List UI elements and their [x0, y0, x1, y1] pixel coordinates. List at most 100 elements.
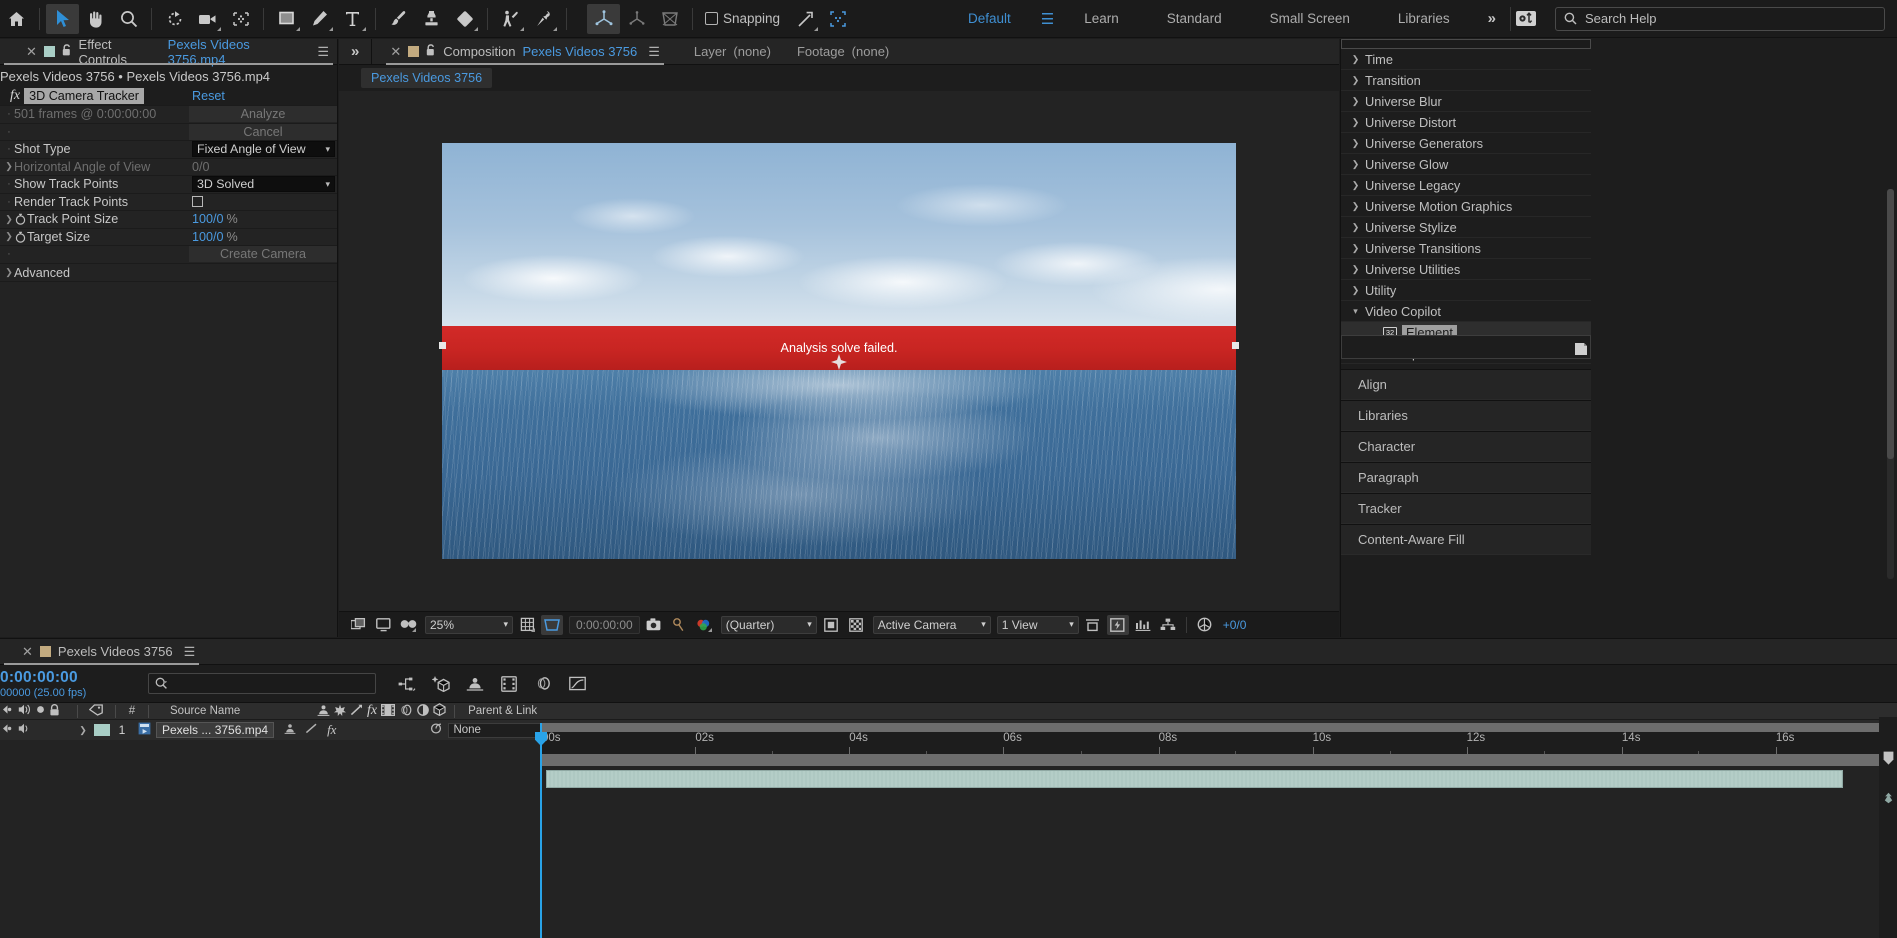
3d-glasses-icon[interactable]	[397, 615, 419, 635]
parent-pickwhip-icon[interactable]	[429, 722, 443, 738]
column-number-header[interactable]: #	[121, 705, 143, 717]
3d-layer-switch-icon[interactable]	[433, 703, 446, 719]
layer-bar-end-icon[interactable]	[1879, 787, 1897, 809]
close-icon[interactable]: ✕	[22, 644, 33, 660]
solo-toggle-icon[interactable]	[35, 704, 46, 718]
close-icon[interactable]: ✕	[26, 44, 37, 60]
chevron-right-icon[interactable]: ❯	[1351, 243, 1360, 254]
chevron-right-icon[interactable]: ❯	[1351, 96, 1360, 107]
advanced-row[interactable]: ❯ Advanced	[0, 265, 337, 282]
panel-align[interactable]: Align	[1341, 369, 1591, 400]
comp-mini-flowchart-icon[interactable]	[390, 671, 424, 697]
cancel-button[interactable]: Cancel	[189, 123, 337, 140]
take-snapshot-icon[interactable]	[643, 615, 665, 635]
render-track-points-row[interactable]: · Render Track Points	[0, 194, 337, 211]
workspace-menu-icon[interactable]: ☰	[1035, 10, 1060, 28]
timeline-track-area[interactable]	[0, 789, 1879, 938]
fx-category-utility[interactable]: ❯ Utility	[1341, 280, 1591, 301]
fx-category-video-copilot[interactable]: ▾ Video Copilot	[1341, 301, 1591, 322]
home-icon[interactable]	[0, 4, 33, 34]
comp-flowchart-icon[interactable]	[1157, 615, 1179, 635]
pixel-aspect-correction-icon[interactable]	[1082, 615, 1104, 635]
zoom-level-dropdown[interactable]: 25% ▾	[425, 615, 513, 634]
region-of-interest-toggle-icon[interactable]	[820, 615, 842, 635]
panel-paragraph[interactable]: Paragraph	[1341, 462, 1591, 493]
shot-type-row[interactable]: · Shot Type Fixed Angle of View ▾	[0, 141, 337, 159]
create-camera-button[interactable]: Create Camera	[189, 246, 337, 263]
chevron-right-icon[interactable]: ❯	[1351, 285, 1360, 296]
zoom-tool-icon[interactable]	[112, 4, 145, 34]
reset-exposure-icon[interactable]	[1194, 615, 1216, 635]
chevron-right-icon[interactable]: ❯	[1351, 159, 1360, 170]
workspace-default[interactable]: Default	[944, 0, 1035, 38]
fx-category-universe-legacy[interactable]: ❯ Universe Legacy	[1341, 175, 1591, 196]
timeline-icon[interactable]	[1132, 615, 1154, 635]
layer-video-toggle[interactable]	[2, 723, 15, 737]
fast-previews-icon[interactable]	[1106, 614, 1129, 635]
tab-effect-controls[interactable]: ✕ Effect Controls Pexels Videos 3756.mp4…	[0, 39, 337, 67]
chevron-right-icon[interactable]: ❯	[4, 161, 14, 172]
composition-canvas[interactable]: Analysis solve failed.	[439, 142, 1239, 560]
brush-tool-icon[interactable]	[382, 4, 415, 34]
parent-dropdown[interactable]: None	[448, 722, 544, 738]
target-size-value[interactable]: 100/0	[192, 230, 224, 244]
workspace-standard[interactable]: Standard	[1143, 0, 1246, 38]
chevron-right-icon[interactable]: ❯	[1351, 75, 1360, 86]
label-color-icon[interactable]	[83, 703, 103, 719]
effect-name[interactable]: 3D Camera Tracker	[24, 88, 144, 104]
panel-menu-icon[interactable]: ☰	[648, 44, 660, 60]
show-track-points-dropdown[interactable]: 3D Solved ▾	[192, 176, 335, 193]
panel-content-aware-fill[interactable]: Content-Aware Fill	[1341, 524, 1591, 555]
workspace-learn[interactable]: Learn	[1060, 0, 1143, 38]
collapse-transformations-icon[interactable]	[334, 704, 346, 719]
layer-twirl-icon[interactable]: ❯	[72, 725, 94, 736]
work-area-end-handle[interactable]	[1879, 747, 1897, 769]
show-snapshot-icon[interactable]	[668, 615, 690, 635]
fx-category-time[interactable]: ❯ Time	[1341, 49, 1591, 70]
selection-tool-icon[interactable]	[46, 3, 79, 34]
roto-brush-tool-icon[interactable]	[494, 4, 527, 34]
tab-composition[interactable]: ✕ Composition Pexels Videos 3756 ☰	[382, 39, 668, 65]
chevron-right-icon[interactable]: ❯	[1351, 201, 1360, 212]
composition-viewport[interactable]: Analysis solve failed.	[339, 91, 1339, 611]
local-axis-mode-icon[interactable]	[587, 3, 620, 34]
lock-open-icon[interactable]	[62, 44, 72, 59]
workspace-small-screen[interactable]: Small Screen	[1246, 0, 1374, 38]
resolution-dropdown[interactable]: (Quarter) ▾	[720, 615, 817, 634]
snap-vertices-icon[interactable]	[788, 4, 821, 34]
expand-panel-icon[interactable]: »	[339, 43, 371, 60]
view-layout-dropdown[interactable]: 1 View ▾	[996, 615, 1079, 634]
motion-blur-switch-icon[interactable]	[399, 704, 413, 719]
horizontal-angle-of-view-row[interactable]: ❯ Horizontal Angle of View 0/0	[0, 159, 337, 176]
hide-shy-layers-icon[interactable]	[458, 671, 492, 697]
horizontal-angle-value[interactable]: 0/0	[192, 160, 210, 174]
analyze-row[interactable]: · 501 frames @ 0:00:00:00 Analyze	[0, 106, 337, 124]
frame-blend-switch-icon[interactable]	[381, 703, 396, 719]
quality-switch-icon[interactable]	[350, 704, 363, 719]
stopwatch-icon[interactable]	[14, 231, 27, 243]
panel-menu-icon[interactable]: ☰	[184, 644, 196, 660]
view-axis-mode-icon[interactable]	[653, 4, 686, 34]
camera-tool-icon[interactable]	[191, 4, 224, 34]
effects-search-field[interactable]	[1341, 39, 1591, 49]
draft-3d-icon[interactable]	[424, 671, 458, 697]
fx-category-universe-stylize[interactable]: ❯ Universe Stylize	[1341, 217, 1591, 238]
target-size-row[interactable]: ❯ Target Size 100/0 %	[0, 229, 337, 246]
puppet-pin-tool-icon[interactable]	[527, 4, 560, 34]
show-channel-icon[interactable]	[693, 615, 715, 635]
shy-switch-icon[interactable]	[317, 704, 330, 719]
panel-character[interactable]: Character	[1341, 431, 1591, 462]
fx-category-universe-blur[interactable]: ❯ Universe Blur	[1341, 91, 1591, 112]
effects-panel-footer[interactable]	[1341, 335, 1591, 359]
effect-reset-button[interactable]: Reset	[192, 89, 225, 103]
video-toggle-icon[interactable]	[2, 704, 15, 718]
column-source-name-header[interactable]: Source Name	[154, 705, 317, 717]
world-axis-mode-icon[interactable]	[620, 4, 653, 34]
fx-category-universe-generators[interactable]: ❯ Universe Generators	[1341, 133, 1591, 154]
chevron-down-icon[interactable]: ▾	[1351, 306, 1360, 317]
transparency-grid-icon[interactable]	[845, 615, 867, 635]
scrollbar-thumb[interactable]	[1887, 189, 1894, 459]
layer-shy-switch[interactable]	[284, 723, 296, 737]
panel-tracker[interactable]: Tracker	[1341, 493, 1591, 524]
fx-category-universe-glow[interactable]: ❯ Universe Glow	[1341, 154, 1591, 175]
